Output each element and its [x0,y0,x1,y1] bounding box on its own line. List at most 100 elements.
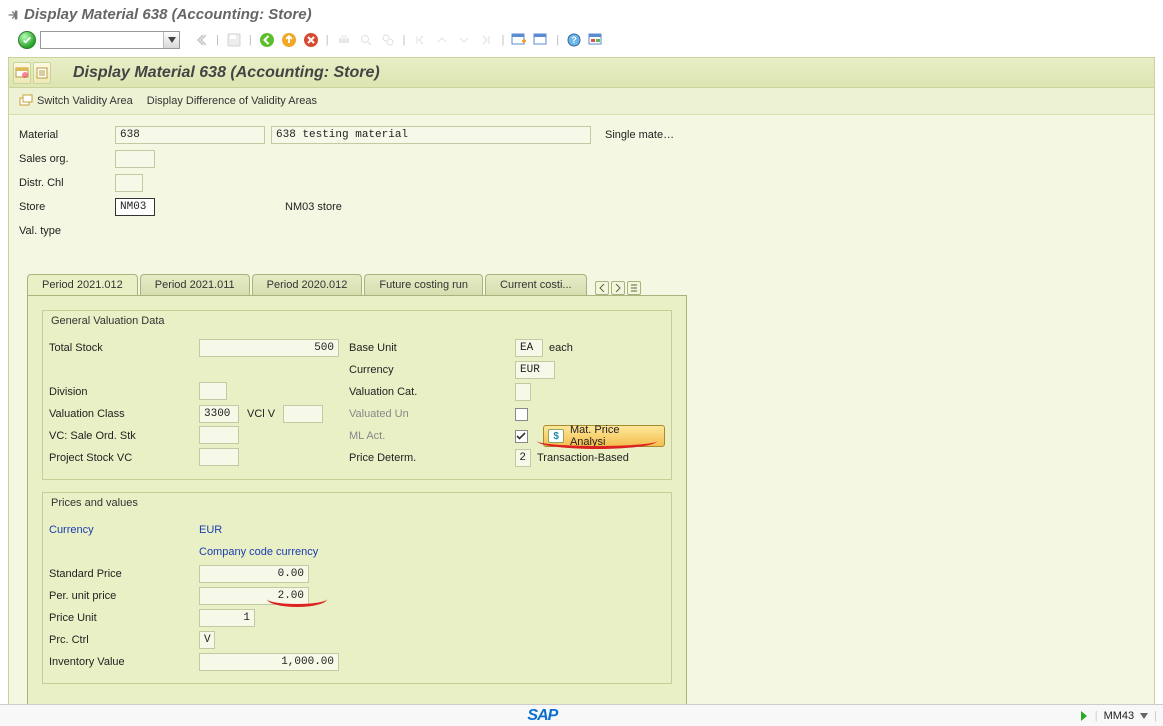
inventory-value-field: 1,000.00 [199,653,339,671]
status-bar: SAP | MM43 | [0,704,1163,726]
base-unit-field: EA [515,339,543,357]
ml-act-checkbox [515,430,528,443]
enter-button[interactable] [18,31,36,49]
tab-list-icon[interactable] [627,281,641,295]
sap-logo: SAP [527,707,557,725]
std-price-label: Standard Price [49,568,199,580]
store-desc: NM03 store [285,201,342,213]
base-unit-text: each [549,342,573,354]
help-icon[interactable]: ? [565,31,583,49]
window-system-icon [6,8,20,22]
currency-field: EUR [515,361,555,379]
tab-future-costing-run[interactable]: Future costing run [364,274,483,295]
first-page-icon [411,31,429,49]
store-field[interactable]: NM03 [115,198,155,216]
general-valuation-group: General Valuation Data Total Stock 500 B… [42,310,672,480]
price-determ-label: Price Determ. [349,452,515,464]
tab-scroll-left-icon[interactable] [595,281,609,295]
valuated-un-label: Valuated Un [349,408,515,420]
status-dropdown-icon[interactable] [1140,713,1148,719]
panel-icon-1[interactable] [13,62,31,84]
sales-org-field [115,150,155,168]
price-unit-label: Price Unit [49,612,199,624]
store-label: Store [19,201,115,213]
command-dropdown-icon[interactable] [163,32,179,48]
print-icon [335,31,353,49]
val-type-label: Val. type [19,225,115,237]
new-session-icon[interactable] [510,31,528,49]
gvd-title: General Valuation Data [43,311,671,331]
generate-shortcut-icon[interactable] [532,31,550,49]
tab-period-2021-012[interactable]: Period 2021.012 [27,274,138,296]
vc-sale-ord-label: VC: Sale Ord. Stk [49,430,199,442]
single-material-text: Single mate… [605,129,674,141]
ml-act-label: ML Act. [349,430,515,442]
price-determ-text: Transaction-Based [537,452,629,464]
command-field[interactable] [40,31,180,49]
prc-ctrl-field: V [199,631,215,649]
prices-title: Prices and values [43,493,671,513]
inventory-value-label: Inventory Value [49,656,199,668]
layout-menu-icon[interactable] [587,31,605,49]
find-icon [357,31,375,49]
window-titlebar: Display Material 638 (Accounting: Store) [0,0,1163,27]
main-panel: Display Material 638 (Accounting: Store)… [8,57,1155,725]
tab-panel: General Valuation Data Total Stock 500 B… [27,295,687,717]
display-diff-button[interactable]: Display Difference of Validity Areas [147,95,317,107]
back-nav-icon[interactable] [258,31,276,49]
currency-label: Currency [349,364,515,376]
window-title: Display Material 638 (Accounting: Store) [24,6,312,23]
mat-price-analysis-button[interactable]: $ Mat. Price Analysi [543,425,665,447]
price-determ-field: 2 [515,449,531,467]
tab-scroll-right-icon[interactable] [611,281,625,295]
dollar-icon: $ [548,429,563,443]
valuated-un-checkbox [515,408,528,421]
page-up-icon [433,31,451,49]
std-price-field: 0.00 [199,565,309,583]
material-id-field: 638 [115,126,265,144]
header-form: Material 638 638 testing material Single… [9,115,1154,253]
last-page-icon [477,31,495,49]
price-unit-field: 1 [199,609,255,627]
tab-current-costing[interactable]: Current costi... [485,274,587,295]
back-icon [192,31,210,49]
prices-currency-label[interactable]: Currency [49,524,199,536]
status-ready-icon [1079,711,1089,721]
find-next-icon [379,31,397,49]
vc-sale-ord-field [199,426,239,444]
display-diff-label: Display Difference of Validity Areas [147,95,317,107]
prices-currency-val: EUR [199,524,339,536]
svg-text:?: ? [571,35,577,45]
project-stock-label: Project Stock VC [49,452,199,464]
switch-icon [19,94,33,108]
panel-icon-2[interactable] [33,62,51,84]
valuation-cat-label: Valuation Cat. [349,386,515,398]
panel-title: Display Material 638 (Accounting: Store) [55,58,380,87]
company-code-currency-label[interactable]: Company code currency [199,546,318,558]
valuation-class-field: 3300 [199,405,239,423]
prices-group: Prices and values Currency EUR Company c… [42,492,672,684]
total-stock-label: Total Stock [49,342,199,354]
panel-header: Display Material 638 (Accounting: Store) [9,58,1154,88]
tab-period-2021-011[interactable]: Period 2021.011 [140,274,250,295]
standard-toolbar: | | | | | | ? [0,27,1163,57]
switch-validity-area-button[interactable]: Switch Validity Area [19,94,133,108]
total-stock-field: 500 [199,339,339,357]
exit-icon[interactable] [280,31,298,49]
material-label: Material [19,129,115,141]
valuation-class-label: Valuation Class [49,408,199,420]
tab-period-2020-012[interactable]: Period 2020.012 [252,274,363,295]
save-icon [225,31,243,49]
per-unit-price-field: 2.00 [199,587,309,605]
vcl-v-field [283,405,323,423]
valuation-cat-field [515,383,531,401]
switch-validity-label: Switch Validity Area [37,95,133,107]
vcl-v-label: VCl V [247,408,275,420]
per-unit-price-label: Per. unit price [49,590,199,602]
status-tcode: MM43 [1104,710,1135,722]
cancel-icon[interactable] [302,31,320,49]
prc-ctrl-label: Prc. Ctrl [49,634,199,646]
application-toolbar: Switch Validity Area Display Difference … [9,88,1154,115]
tab-bar: Period 2021.012 Period 2021.011 Period 2… [27,273,1150,295]
material-desc-field: 638 testing material [271,126,591,144]
